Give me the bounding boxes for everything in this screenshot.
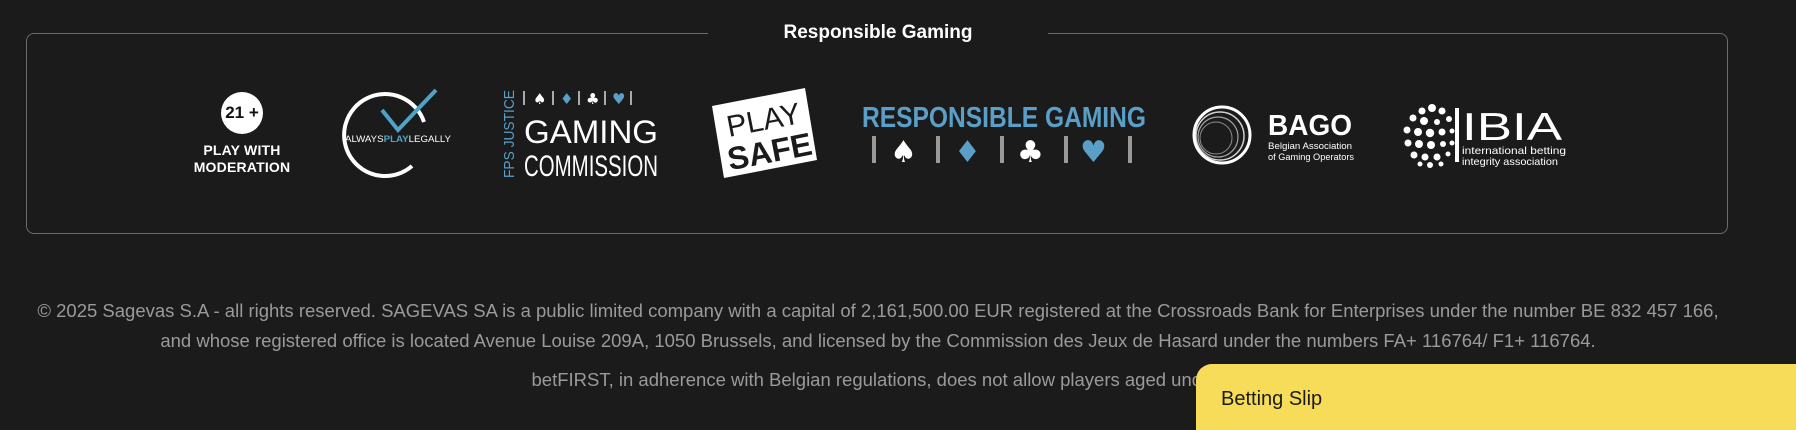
divider-bar [523,91,525,105]
divider-bar [604,91,606,105]
responsible-gaming-title: Responsible Gaming [708,20,1048,46]
ibia-logo[interactable]: IBIA international betting integrity ass… [1402,102,1566,168]
responsible-gaming-graphic: RESPONSIBLE GAMING ♠ ♦ ♣ ♥ [862,102,1146,170]
club-icon: ♣ [586,90,599,108]
bago-circles-icon [1192,105,1252,165]
bago-graphic: BAGO Belgian Association of Gaming Opera… [1192,105,1354,165]
gaming-commission-graphic: FPS JUSTICE ♠ ♦ ♣ ♥ GAMING COMMISSION [501,90,658,183]
betting-slip-button[interactable]: Betting Slip [1196,364,1796,430]
always-label: ALWAYS [345,134,384,145]
spade-icon: ♠ [890,135,917,170]
commission-label: COMMISSION [524,150,658,183]
bago-line2: of Gaming Operators [1268,152,1354,163]
always-play-legally-graphic: ALWAYSPLAYLEGALLY [342,88,452,178]
footer-page: Responsible Gaming 21 + PLAY WITH MODERA… [0,0,1796,430]
divider-bar [936,136,940,163]
divider-bar [1064,136,1068,163]
ibia-dots-icon [1403,104,1455,168]
responsible-gaming-wordmark: RESPONSIBLE GAMING [862,102,1146,134]
heart-icon: ♥ [612,90,625,108]
spade-icon: ♠ [533,90,546,108]
heart-icon: ♥ [1080,135,1107,170]
bago-logo[interactable]: BAGO Belgian Association of Gaming Opera… [1190,104,1360,166]
moderation-label: MODERATION [193,159,291,175]
play-safe-logo[interactable]: PLAY SAFE [710,88,820,180]
divider-bar [1000,136,1004,163]
svg-text:ALWAYSPLAYLEGALLY: ALWAYSPLAYLEGALLY [345,134,452,145]
club-icon: ♣ [1017,135,1044,170]
always-play-legally-logo[interactable]: ALWAYSPLAYLEGALLY [340,88,452,182]
gaming-label: GAMING [524,114,658,150]
divider-bar [1128,136,1132,163]
gaming-commission-logo[interactable]: FPS JUSTICE ♠ ♦ ♣ ♥ GAMING COMMISSION [498,88,664,183]
ibia-line2: integrity association [1462,156,1558,168]
fps-justice-label: FPS JUSTICE [501,90,518,178]
diamond-icon: ♦ [560,90,573,108]
bago-name: BAGO [1268,110,1352,142]
ibia-bar [1455,108,1459,162]
divider-bar [630,91,632,105]
legally-label: LEGALLY [409,134,452,145]
copyright-legal-text: © 2025 Sagevas S.A - all rights reserved… [37,300,1719,351]
divider-bar [872,136,876,163]
age-21-badge: 21 + [221,92,263,134]
divider-bar [552,91,554,105]
ibia-name: IBIA [1462,106,1562,149]
divider-bar [578,91,580,105]
diamond-icon: ♦ [954,135,981,170]
play-label: PLAY [384,134,410,145]
play-with-label: PLAY WITH [203,142,281,158]
ibia-graphic: IBIA international betting integrity ass… [1403,104,1566,168]
play-safe-graphic: PLAY SAFE [712,88,817,178]
bago-line1: Belgian Association [1268,141,1352,152]
betting-slip-label: Betting Slip [1221,388,1323,410]
play-with-moderation-logo[interactable]: 21 + PLAY WITH MODERATION [180,92,304,182]
responsible-gaming-logo[interactable]: RESPONSIBLE GAMING ♠ ♦ ♣ ♥ [862,100,1146,170]
